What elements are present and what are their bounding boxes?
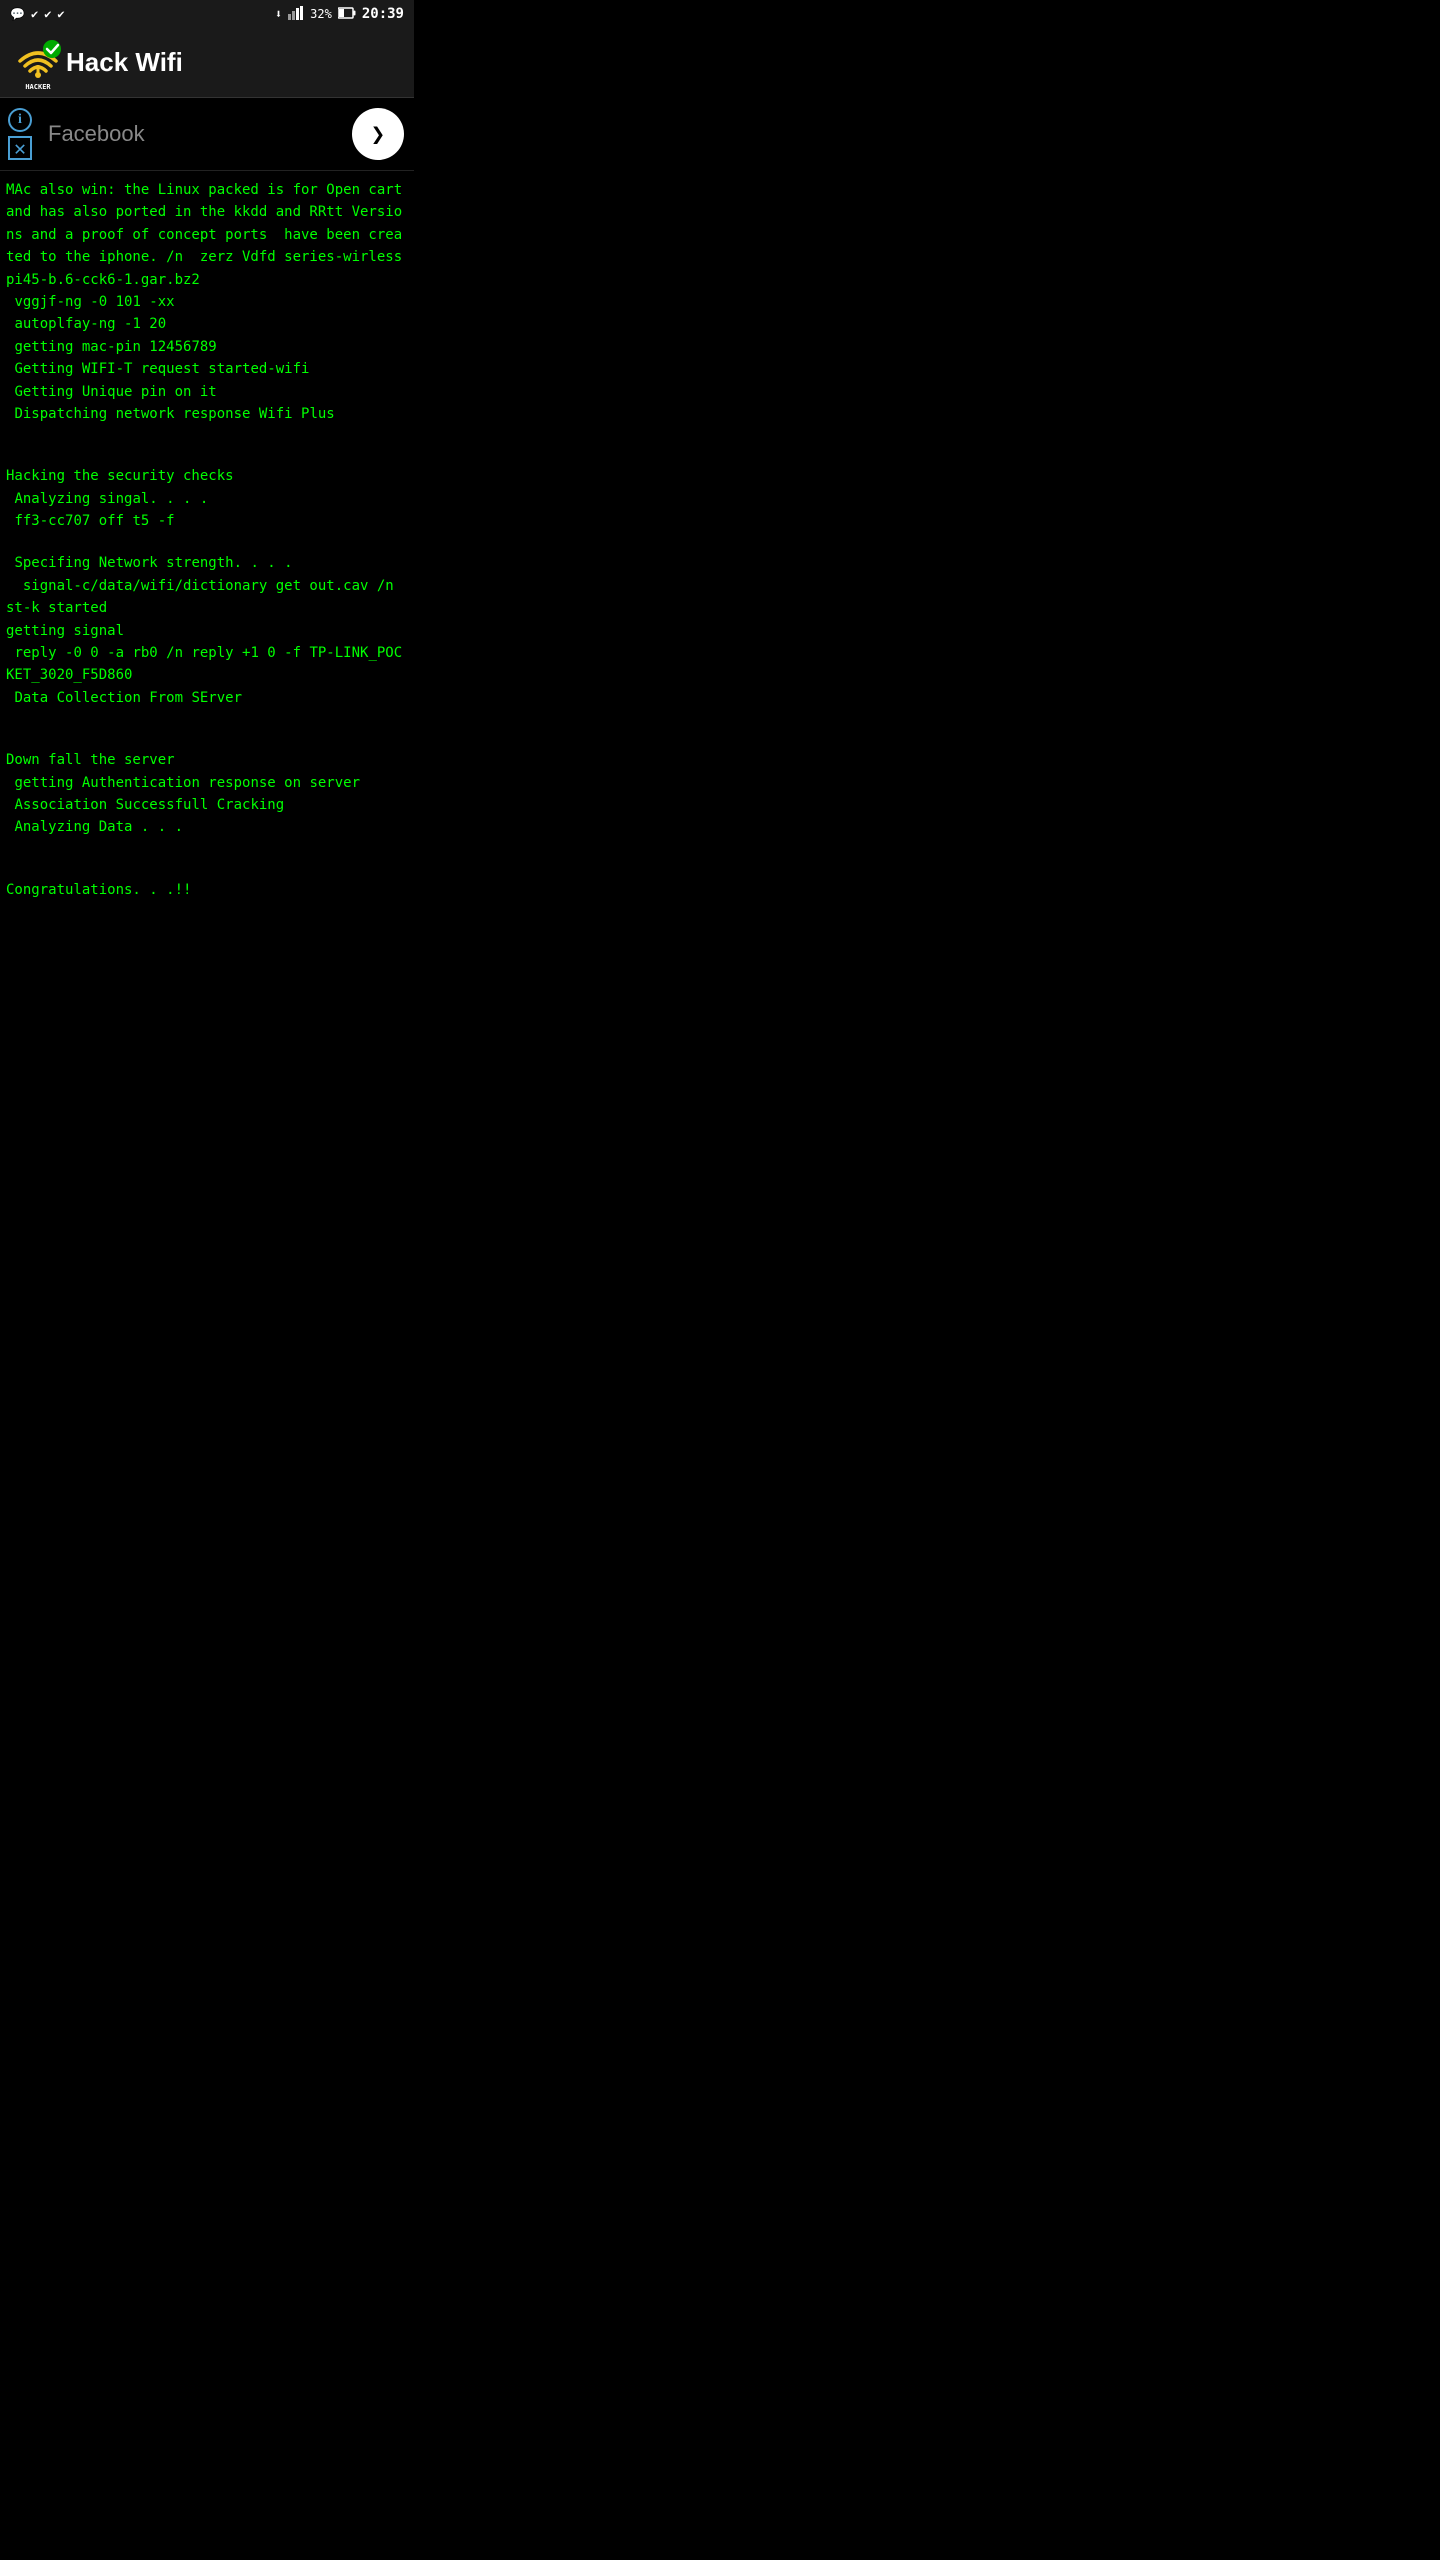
app-title: Hack Wifi — [66, 47, 183, 78]
blank-5 — [6, 729, 408, 749]
terminal-line-17: Analyzing Data . . . — [6, 816, 408, 838]
app-logo: HACKER — [10, 35, 66, 91]
terminal-line-7: Hacking the security checks — [6, 465, 408, 487]
status-info-right: ⬇ 32% 20:39 — [275, 6, 404, 23]
terminal-line-data-collection: Data Collection From SErver — [6, 687, 408, 709]
ad-close-icon[interactable]: ✕ — [8, 136, 32, 160]
check-icon-3: ✔ — [57, 7, 64, 21]
download-icon: ⬇ — [275, 7, 282, 21]
terminal-line-3: getting mac-pin 12456789 — [6, 336, 408, 358]
ad-info-icon[interactable]: i — [8, 108, 32, 132]
battery-level: 32% — [310, 7, 332, 21]
terminal-line-14: Down fall the server — [6, 749, 408, 771]
terminal-line-15: getting Authentication response on serve… — [6, 772, 408, 794]
terminal-line-10: Specifing Network strength. . . . — [6, 552, 408, 574]
signal-icon — [288, 6, 304, 23]
blank-1 — [6, 425, 408, 445]
status-bar: 💬 ✔ ✔ ✔ ⬇ 32% 20:39 — [0, 0, 414, 28]
blank-4 — [6, 709, 408, 729]
ad-banner: i ✕ Facebook ❯ — [0, 98, 414, 171]
blank-3 — [6, 532, 408, 552]
terminal-line-0: MAc also win: the Linux packed is for Op… — [6, 179, 408, 291]
terminal-line-congratulations: Congratulations. . .!! — [6, 879, 408, 901]
terminal-line-1: vggjf-ng -0 101 -xx — [6, 291, 408, 313]
terminal-line-5: Getting Unique pin on it — [6, 381, 408, 403]
terminal-line-16: Association Successfull Cracking — [6, 794, 408, 816]
terminal-line-6: Dispatching network response Wifi Plus — [6, 403, 408, 425]
check-icon-2: ✔ — [44, 7, 51, 21]
terminal-line-11: signal-c/data/wifi/dictionary get out.ca… — [6, 575, 408, 620]
terminal-line-13: reply -0 0 -a rb0 /n reply +1 0 -f TP-LI… — [6, 642, 408, 687]
terminal-line-4: Getting WIFI-T request started-wifi — [6, 358, 408, 380]
messenger-icon: 💬 — [10, 7, 25, 21]
time-display: 20:39 — [362, 6, 404, 22]
ad-icons-column: i ✕ — [8, 108, 40, 160]
check-icon-1: ✔ — [31, 7, 38, 21]
blank-6 — [6, 839, 408, 859]
svg-text:HACKER: HACKER — [25, 83, 51, 91]
ad-next-button[interactable]: ❯ — [352, 108, 404, 160]
terminal-line-2: autoplfay-ng -1 20 — [6, 313, 408, 335]
terminal-output: MAc also win: the Linux packed is for Op… — [0, 171, 414, 909]
terminal-line-8: Analyzing singal. . . . — [6, 488, 408, 510]
terminal-line-12: getting signal — [6, 620, 408, 642]
status-icons-left: 💬 ✔ ✔ ✔ — [10, 7, 65, 21]
battery-icon — [338, 7, 356, 22]
blank-7 — [6, 859, 408, 879]
terminal-line-9: ff3-cc707 off t5 -f — [6, 510, 408, 532]
app-header: HACKER Hack Wifi — [0, 28, 414, 98]
blank-2 — [6, 445, 408, 465]
